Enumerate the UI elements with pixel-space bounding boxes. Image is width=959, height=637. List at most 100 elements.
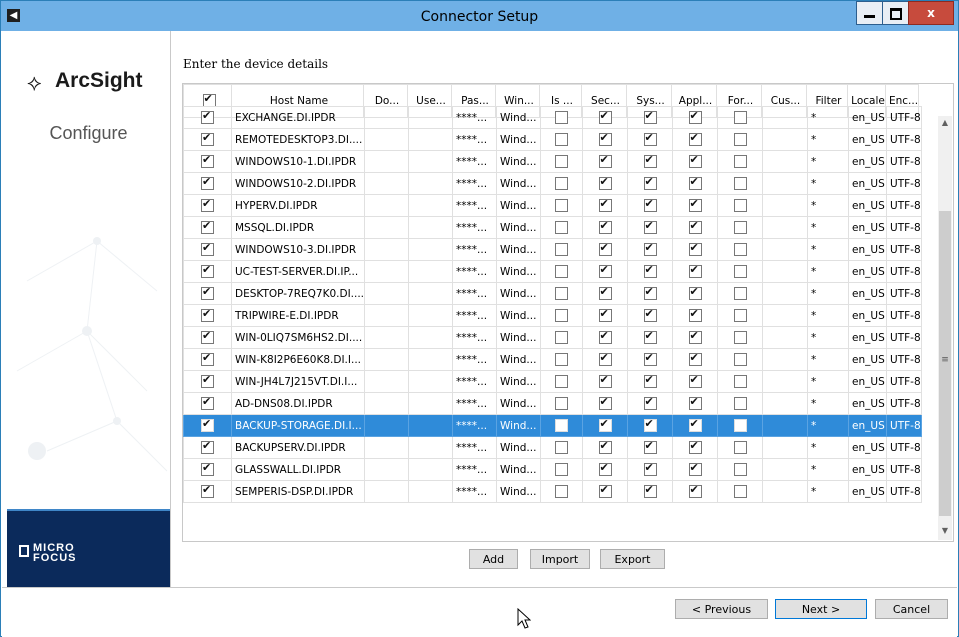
encoding-cell[interactable]: UTF-8 [886,238,922,261]
windows-version-cell[interactable]: Wind... [496,106,542,129]
password-cell[interactable]: ****... [452,370,498,393]
custom-cell[interactable] [762,370,809,393]
checkbox[interactable] [643,219,657,234]
custom-cell[interactable] [762,282,809,305]
custom-cell[interactable] [762,304,809,327]
security-checkbox-cell[interactable] [582,480,629,503]
checkbox[interactable] [733,462,747,476]
checkbox[interactable] [598,373,612,388]
add-button[interactable]: Add [469,549,518,569]
user-cell[interactable] [408,458,454,481]
row-checkbox[interactable] [201,241,214,256]
host-name-cell[interactable]: REMOTEDESKTOP3.DI.... [230,128,366,151]
windows-version-cell[interactable]: Wind... [496,458,542,481]
system-checkbox-cell[interactable] [627,194,674,217]
windows-version-cell[interactable]: Wind... [496,392,542,415]
row-checkbox[interactable] [201,197,214,212]
windows-version-cell[interactable]: Wind... [496,414,542,437]
checkbox[interactable] [733,198,747,212]
checkbox[interactable] [555,374,569,388]
security-checkbox-cell[interactable] [582,194,629,217]
domain-cell[interactable] [364,392,410,415]
host-name-cell[interactable]: SEMPERIS-DSP.DI.IPDR [230,480,366,503]
filter-cell[interactable]: * [807,392,850,415]
password-cell[interactable]: ****... [452,480,498,503]
table-row[interactable]: WIN-JH4L7J215VT.DI.I... ****...Wind... *en… [183,370,922,393]
locale-cell[interactable]: en_US [848,480,888,503]
filter-cell[interactable]: * [807,326,850,349]
checkbox[interactable] [733,440,747,454]
security-checkbox-cell[interactable] [582,414,629,437]
checkbox[interactable] [643,131,657,146]
locale-cell[interactable]: en_US [848,128,888,151]
checkbox[interactable] [598,109,612,124]
user-cell[interactable] [408,194,454,217]
is-checkbox-cell[interactable] [540,458,584,481]
checkbox[interactable] [643,153,657,168]
user-cell[interactable] [408,106,454,129]
custom-cell[interactable] [762,414,809,437]
checkbox[interactable] [733,418,747,432]
custom-cell[interactable] [762,436,809,459]
table-row[interactable]: HYPERV.DI.IPDR ****...Wind... *en_USUTF-8 [183,194,922,217]
host-name-cell[interactable]: BACKUPSERV.DI.IPDR [230,436,366,459]
table-row[interactable]: SEMPERIS-DSP.DI.IPDR ****...Wind... *en_US… [183,480,922,503]
custom-cell[interactable] [762,480,809,503]
domain-cell[interactable] [364,348,410,371]
checkbox[interactable] [598,329,612,344]
host-name-cell[interactable]: WINDOWS10-3.DI.IPDR [230,238,366,261]
application-checkbox-cell[interactable] [672,392,719,415]
table-row[interactable]: GLASSWALL.DI.IPDR ****...Wind... *en_USUTF… [183,458,922,481]
row-checkbox-cell[interactable] [183,304,232,327]
forwarded-checkbox-cell[interactable] [717,150,764,173]
locale-cell[interactable]: en_US [848,150,888,173]
filter-cell[interactable]: * [807,436,850,459]
security-checkbox-cell[interactable] [582,348,629,371]
domain-cell[interactable] [364,436,410,459]
checkbox[interactable] [643,351,657,366]
export-button[interactable]: Export [600,549,665,569]
user-cell[interactable] [408,150,454,173]
encoding-cell[interactable]: UTF-8 [886,128,922,151]
encoding-cell[interactable]: UTF-8 [886,172,922,195]
filter-cell[interactable]: * [807,304,850,327]
filter-cell[interactable]: * [807,216,850,239]
row-checkbox[interactable] [201,109,214,124]
checkbox[interactable] [555,264,569,278]
domain-cell[interactable] [364,282,410,305]
row-checkbox-cell[interactable] [183,172,232,195]
system-checkbox-cell[interactable] [627,216,674,239]
checkbox[interactable] [688,109,702,124]
custom-cell[interactable] [762,238,809,261]
user-cell[interactable] [408,326,454,349]
application-checkbox-cell[interactable] [672,282,719,305]
password-cell[interactable]: ****... [452,260,498,283]
table-row[interactable]: REMOTEDESKTOP3.DI.... ****...Wind... *en_U… [183,128,922,151]
system-checkbox-cell[interactable] [627,304,674,327]
checkbox[interactable] [598,395,612,410]
checkbox[interactable] [733,484,747,498]
application-checkbox-cell[interactable] [672,436,719,459]
forwarded-checkbox-cell[interactable] [717,106,764,129]
row-checkbox-cell[interactable] [183,480,232,503]
checkbox[interactable] [598,461,612,476]
locale-cell[interactable]: en_US [848,348,888,371]
checkbox[interactable] [555,220,569,234]
checkbox[interactable] [733,374,747,388]
row-checkbox-cell[interactable] [183,348,232,371]
forwarded-checkbox-cell[interactable] [717,128,764,151]
system-checkbox-cell[interactable] [627,172,674,195]
row-checkbox[interactable] [201,131,214,146]
checkbox[interactable] [555,352,569,366]
checkbox[interactable] [643,175,657,190]
title-bar[interactable]: ◀ Connector Setup x [1,1,958,31]
forwarded-checkbox-cell[interactable] [717,436,764,459]
checkbox[interactable] [688,153,702,168]
checkbox[interactable] [555,418,569,432]
user-cell[interactable] [408,282,454,305]
encoding-cell[interactable]: UTF-8 [886,106,922,129]
checkbox[interactable] [643,461,657,476]
domain-cell[interactable] [364,150,410,173]
row-checkbox-cell[interactable] [183,458,232,481]
row-checkbox[interactable] [201,439,214,454]
